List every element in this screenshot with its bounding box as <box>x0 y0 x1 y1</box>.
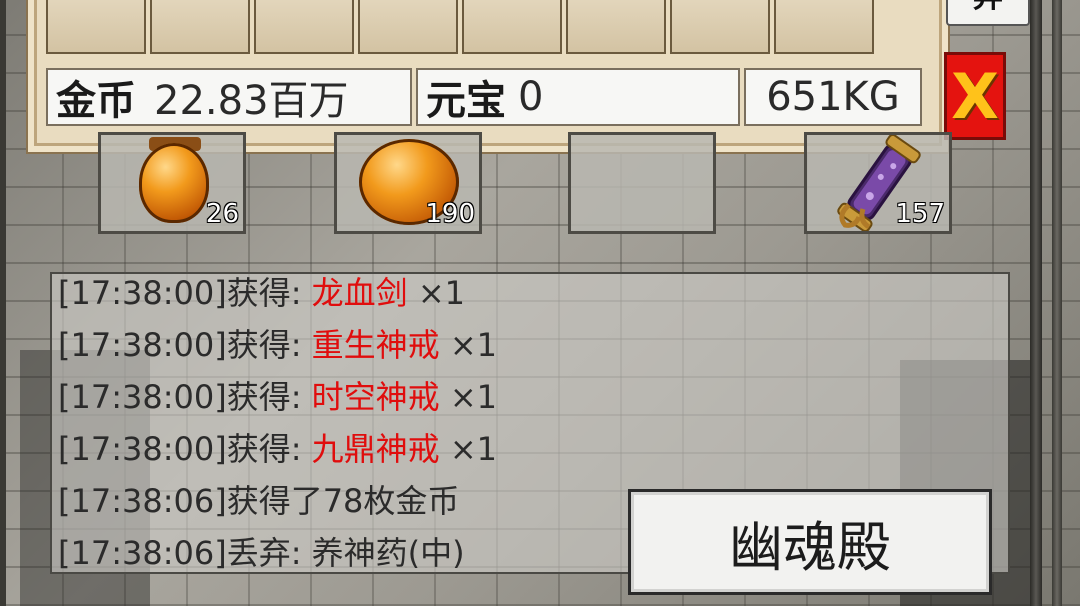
inventory-slot[interactable] <box>358 0 458 54</box>
orange-potion-small-icon <box>139 143 209 223</box>
chat-line: [17:38:00]获得: 重生神戒 ×1 <box>58 320 497 366</box>
discard-button-label: 弃 <box>973 0 1003 16</box>
chat-line-suffix: ×1 <box>439 326 498 364</box>
inventory-grid-row <box>46 0 878 60</box>
chat-line-prefix: [17:38:00]获得: <box>58 430 312 468</box>
item-count: 157 <box>895 199 945 229</box>
inventory-slot[interactable] <box>462 0 562 54</box>
chat-line: [17:38:00]获得: 九鼎神戒 ×1 <box>58 424 497 470</box>
inventory-slot[interactable] <box>150 0 250 54</box>
gold-display: 金币 22.83百万 <box>46 68 412 126</box>
gold-value: 22.83百万 <box>154 78 349 124</box>
inventory-panel: 金币 22.83百万 元宝 0 651KG <box>28 0 948 152</box>
chat-line: [17:38:06]获得了78枚金币 <box>58 476 459 522</box>
chat-line-prefix: [17:38:06]丢弃: 养神药(中) <box>58 534 465 572</box>
item-count: 26 <box>205 199 239 229</box>
frame-right-outer <box>1052 0 1062 606</box>
quick-slot-3[interactable] <box>568 132 716 234</box>
inventory-slot[interactable] <box>774 0 874 54</box>
chat-item-name: 时空神戒 <box>311 378 440 416</box>
yuanbao-label: 元宝 <box>426 78 506 124</box>
weight-value: 651KG <box>766 74 900 120</box>
quick-slot-4[interactable]: 157 <box>804 132 952 234</box>
currency-bar: 金币 22.83百万 元宝 0 651KG <box>46 68 926 126</box>
chat-line-suffix: ×1 <box>439 430 498 468</box>
chat-item-name: 九鼎神戒 <box>311 430 440 468</box>
frame-right <box>1030 0 1042 606</box>
chat-line: [17:38:06]丢弃: 养神药(中) <box>58 528 465 572</box>
yuanbao-display: 元宝 0 <box>416 68 740 126</box>
chat-line-prefix: [17:38:00]获得: <box>58 274 312 312</box>
chat-line-prefix: [17:38:00]获得: <box>58 326 312 364</box>
chat-item-name: 龙血剑 <box>311 274 408 312</box>
chat-line-suffix: ×1 <box>439 378 498 416</box>
location-button[interactable]: 幽魂殿 <box>628 489 992 595</box>
inventory-slot[interactable] <box>566 0 666 54</box>
chat-line-suffix: ×1 <box>407 274 466 312</box>
close-button[interactable]: X <box>944 52 1006 140</box>
chat-line-prefix: [17:38:06]获得了78枚金币 <box>58 482 460 520</box>
quick-slot-2[interactable]: 190 <box>334 132 482 234</box>
close-icon: X <box>951 59 999 133</box>
chat-item-name: 重生神戒 <box>311 326 440 364</box>
chat-line-prefix: [17:38:00]获得: <box>58 378 312 416</box>
inventory-slot[interactable] <box>254 0 354 54</box>
inventory-slot[interactable] <box>670 0 770 54</box>
item-count: 190 <box>425 199 475 229</box>
discard-button[interactable]: 弃 <box>946 0 1030 26</box>
weight-display: 651KG <box>744 68 922 126</box>
location-name: 幽魂殿 <box>729 515 891 579</box>
chat-line: [17:38:00]获得: 时空神戒 ×1 <box>58 372 497 418</box>
quick-slot-1[interactable]: 26 <box>98 132 246 234</box>
inventory-slot[interactable] <box>46 0 146 54</box>
chat-line: [17:38:00]获得: 龙血剑 ×1 <box>58 274 466 314</box>
gold-label: 金币 <box>56 78 136 124</box>
yuanbao-value: 0 <box>518 74 544 120</box>
frame-left <box>0 0 6 606</box>
